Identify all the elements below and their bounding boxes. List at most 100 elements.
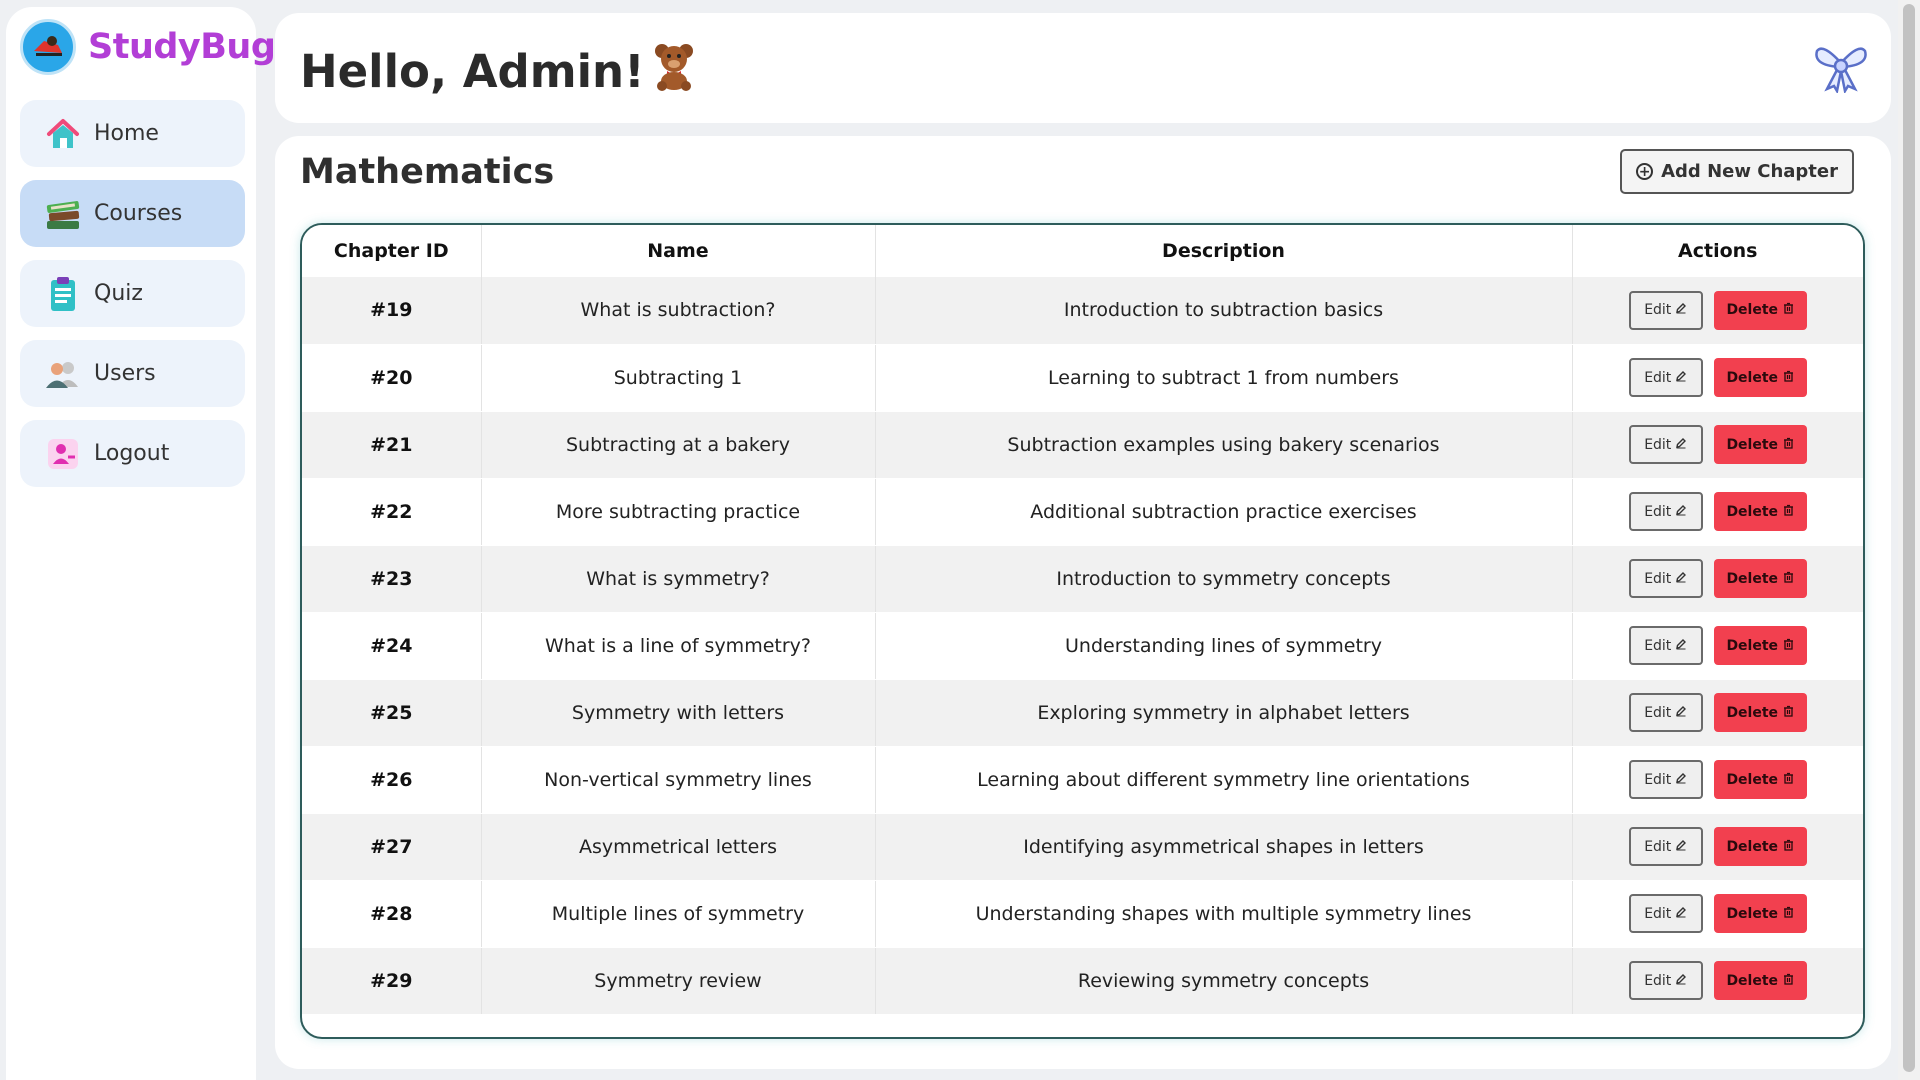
users-icon	[44, 355, 82, 393]
table-row: #29 Symmetry review Reviewing symmetry con…	[302, 947, 1863, 1015]
chapter-actions-cell: Edit Delete	[1572, 411, 1863, 479]
chapter-id-cell: #25	[302, 679, 482, 747]
delete-button[interactable]: Delete	[1713, 290, 1807, 330]
page-title: Mathematics	[300, 152, 555, 192]
edit-button[interactable]: Edit	[1628, 626, 1703, 665]
edit-button[interactable]: Edit	[1628, 425, 1703, 464]
brand[interactable]: StudyBug	[20, 19, 276, 75]
delete-label: Delete	[1726, 302, 1779, 319]
chapter-description-cell: Understanding lines of symmetry	[875, 612, 1573, 680]
sidebar: StudyBug Home Courses Quiz Users Logout	[6, 7, 276, 1080]
edit-button[interactable]: Edit	[1628, 358, 1703, 397]
table-body: #19 What is subtraction? Introduction to s…	[302, 277, 1863, 1015]
clipboard-icon	[44, 275, 82, 313]
trash-icon	[1783, 772, 1794, 788]
delete-button[interactable]: Delete	[1713, 559, 1807, 598]
chapter-name-cell: Non-vertical symmetry lines	[481, 746, 876, 814]
page-greeting: Hello, Admin!	[300, 41, 697, 102]
chapter-description-cell: Learning to subtract 1 from numbers	[875, 344, 1573, 412]
edit-button[interactable]: Edit	[1628, 492, 1703, 531]
add-new-chapter-button[interactable]: + Add New Chapter	[1620, 149, 1854, 194]
sidebar-item-label: Courses	[94, 201, 183, 226]
table-row: #26 Non-vertical symmetry lines Learning a…	[302, 746, 1863, 814]
pencil-icon	[1675, 571, 1687, 587]
sidebar-item-users[interactable]: Users	[20, 340, 245, 407]
pencil-icon	[1675, 973, 1687, 989]
delete-button[interactable]: Delete	[1713, 894, 1807, 933]
trash-icon	[1783, 638, 1794, 654]
table-row: #21 Subtracting at a bakery Subtraction ex…	[302, 411, 1863, 479]
delete-button[interactable]: Delete	[1713, 961, 1807, 1000]
table-row: #19 What is subtraction? Introduction to s…	[302, 277, 1863, 345]
delete-label: Delete	[1726, 771, 1779, 788]
table-header-row: Chapter ID Name Description Actions	[302, 225, 1863, 277]
trash-icon	[1783, 705, 1794, 721]
edit-button[interactable]: Edit	[1628, 559, 1703, 598]
trash-icon	[1783, 839, 1794, 855]
delete-label: Delete	[1726, 503, 1779, 520]
sidebar-item-quiz[interactable]: Quiz	[20, 260, 245, 327]
delete-label: Delete	[1726, 838, 1779, 855]
logout-icon	[44, 435, 82, 473]
edit-label: Edit	[1644, 905, 1672, 922]
trash-icon	[1783, 370, 1794, 386]
delete-button[interactable]: Delete	[1713, 693, 1807, 732]
chapter-actions-cell: Edit Delete	[1572, 344, 1863, 412]
edit-button[interactable]: Edit	[1628, 693, 1703, 732]
chapters-table: Chapter ID Name Description Actions #19 W…	[302, 225, 1863, 1015]
brand-logo-icon	[20, 19, 76, 75]
plus-circle-icon: +	[1636, 163, 1654, 180]
trash-icon	[1783, 504, 1794, 520]
delete-button[interactable]: Delete	[1713, 425, 1807, 464]
course-panel: Mathematics + Add New Chapter Chapter ID…	[275, 136, 1891, 1069]
sidebar-item-label: Home	[94, 121, 159, 146]
greeting-text: Hello, Admin!	[300, 45, 645, 98]
delete-button[interactable]: Delete	[1713, 492, 1807, 531]
delete-label: Delete	[1726, 436, 1779, 453]
chapter-description-cell: Identifying asymmetrical shapes in lette…	[875, 813, 1573, 881]
trash-icon	[1783, 906, 1794, 922]
delete-button[interactable]: Delete	[1713, 827, 1807, 866]
chapters-table-container: Chapter ID Name Description Actions #19 W…	[300, 223, 1865, 1039]
chapter-id-cell: #21	[302, 411, 482, 479]
delete-button[interactable]: Delete	[1713, 760, 1807, 799]
delete-label: Delete	[1726, 369, 1779, 386]
chapter-name-cell: Subtracting at a bakery	[481, 411, 876, 479]
sidebar-item-courses[interactable]: Courses	[20, 180, 245, 247]
delete-label: Delete	[1726, 972, 1779, 989]
chapter-name-cell: What is subtraction?	[481, 277, 876, 345]
chapter-id-cell: #22	[302, 478, 482, 546]
edit-button[interactable]: Edit	[1628, 760, 1703, 799]
edit-label: Edit	[1644, 771, 1672, 788]
delete-button[interactable]: Delete	[1713, 626, 1807, 665]
column-header-chapter-id: Chapter ID	[302, 225, 482, 277]
table-row: #24 What is a line of symmetry? Understand…	[302, 612, 1863, 680]
chapter-actions-cell: Edit Delete	[1572, 277, 1863, 345]
scrollbar-thumb[interactable]	[1903, 4, 1915, 1072]
page-scrollbar[interactable]	[1898, 0, 1920, 1080]
sidebar-item-home[interactable]: Home	[20, 100, 245, 167]
chapter-name-cell: What is a line of symmetry?	[481, 612, 876, 680]
edit-label: Edit	[1644, 972, 1672, 989]
chapter-id-cell: #24	[302, 612, 482, 680]
edit-button[interactable]: Edit	[1628, 290, 1703, 330]
edit-label: Edit	[1644, 503, 1672, 520]
edit-button[interactable]: Edit	[1628, 827, 1703, 866]
chapter-id-cell: #27	[302, 813, 482, 881]
trash-icon	[1783, 302, 1794, 318]
chapter-description-cell: Subtraction examples using bakery scenar…	[875, 411, 1573, 479]
edit-label: Edit	[1644, 838, 1672, 855]
chapter-actions-cell: Edit Delete	[1572, 813, 1863, 881]
chapter-name-cell: What is symmetry?	[481, 545, 876, 613]
sidebar-item-label: Quiz	[94, 281, 143, 306]
pencil-icon	[1675, 839, 1687, 855]
table-row: #25 Symmetry with letters Exploring symmet…	[302, 679, 1863, 747]
chapter-actions-cell: Edit Delete	[1572, 880, 1863, 948]
chapter-actions-cell: Edit Delete	[1572, 746, 1863, 814]
delete-label: Delete	[1726, 637, 1779, 654]
delete-button[interactable]: Delete	[1713, 358, 1807, 397]
sidebar-item-logout[interactable]: Logout	[20, 420, 245, 487]
sidebar-item-label: Logout	[94, 441, 170, 466]
edit-button[interactable]: Edit	[1628, 894, 1703, 933]
edit-button[interactable]: Edit	[1628, 961, 1703, 1000]
